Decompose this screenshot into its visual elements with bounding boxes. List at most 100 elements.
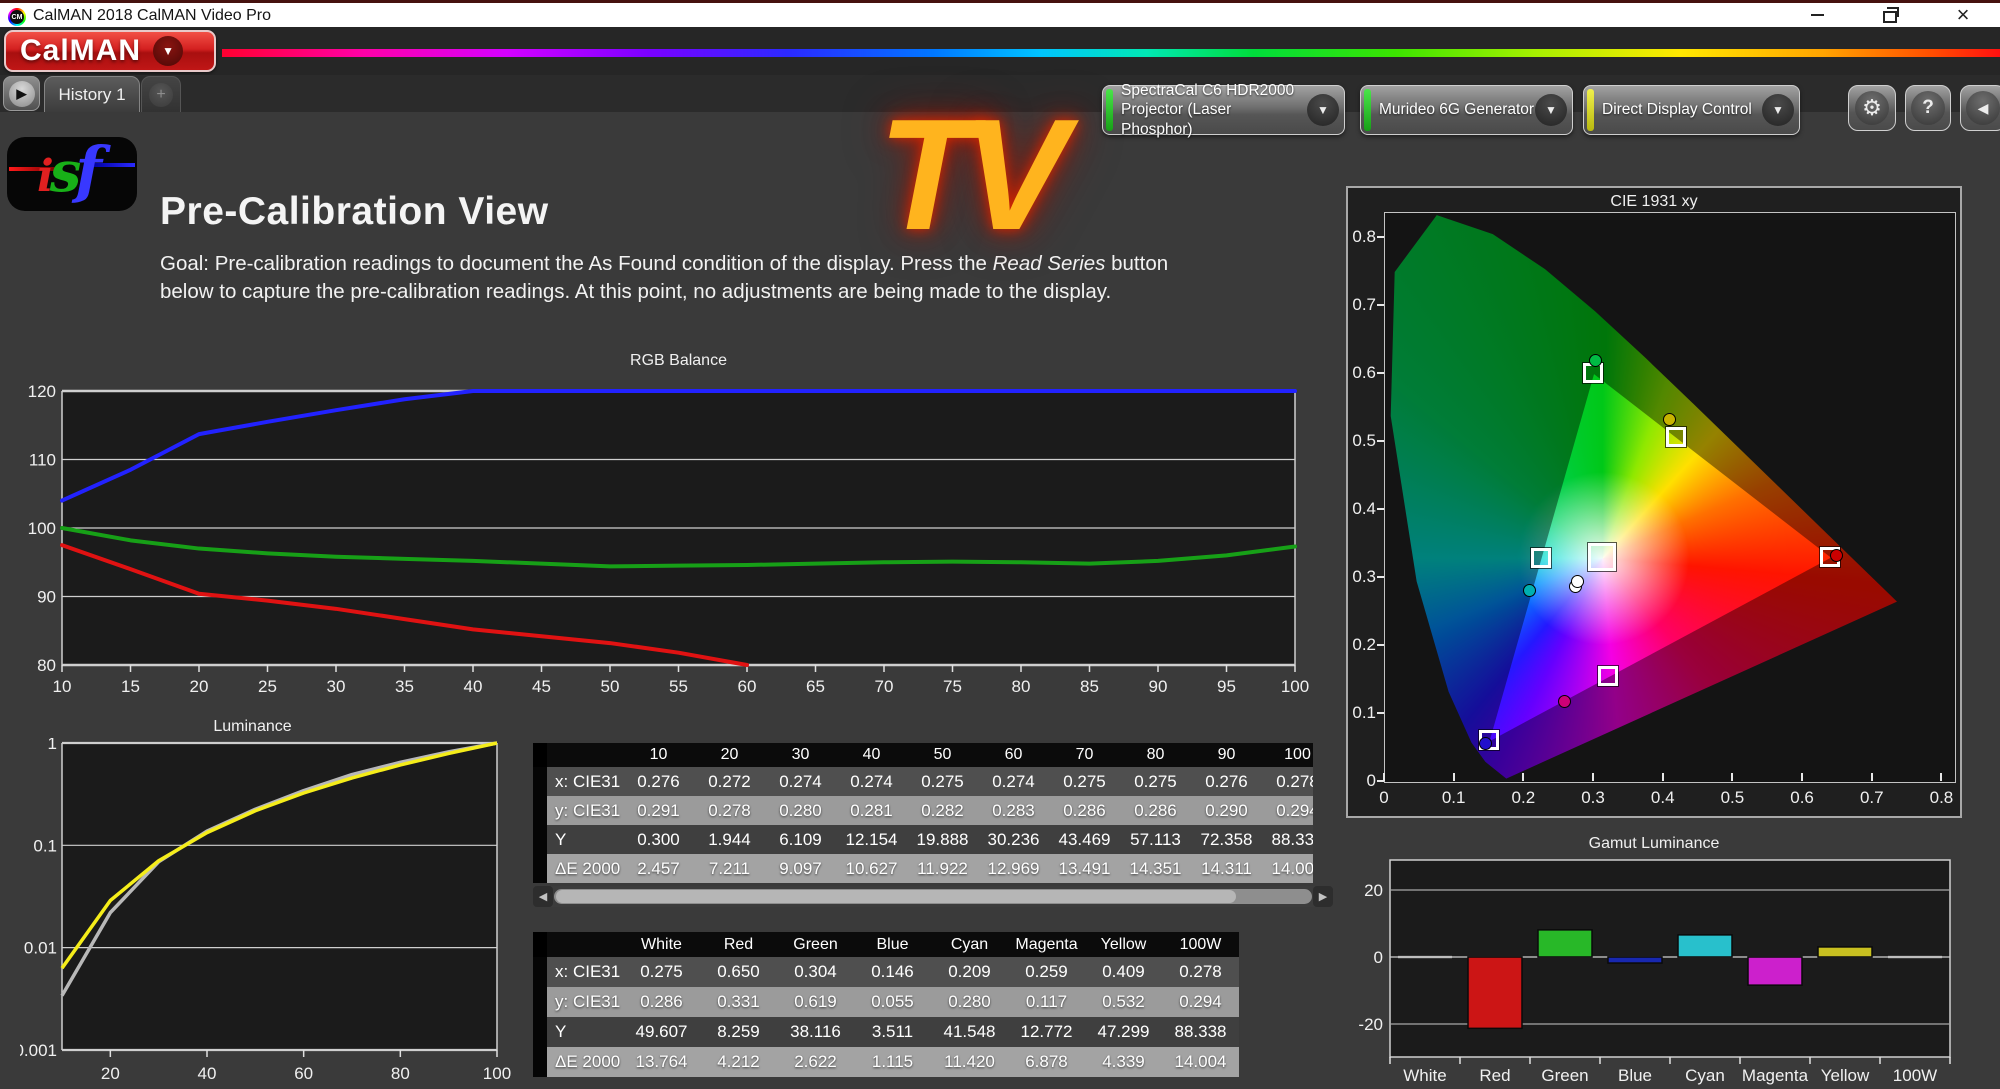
table-value: 0.286 (1120, 796, 1191, 825)
svg-text:0.01: 0.01 (24, 939, 57, 958)
table-value: 12.154 (836, 825, 907, 854)
close-icon: × (1957, 5, 1970, 25)
table-value: 0.209 (931, 957, 1008, 987)
add-tab-button[interactable]: + (141, 76, 181, 112)
svg-text:90: 90 (1149, 677, 1168, 696)
table-value: 9.097 (765, 854, 836, 883)
generator-status-indicator (1364, 89, 1371, 131)
table-row: ΔE 200013.7644.2122.6221.11511.4206.8784… (533, 1047, 1243, 1077)
collapse-panel-button[interactable]: ◀ (1960, 85, 2000, 131)
table-value: 0.294 (1162, 987, 1239, 1017)
cie-x-tick-label: 0.1 (1434, 788, 1474, 808)
luminance-chart: 10.10.010.00120406080100 (20, 738, 520, 1088)
table-value: 14.311 (1191, 854, 1262, 883)
minimize-button[interactable] (1795, 3, 1839, 27)
svg-text:Magenta: Magenta (1742, 1066, 1809, 1085)
gamut-luminance-chart: 200-20WhiteRedGreenBlueCyanMagentaYellow… (1346, 833, 1962, 1089)
table-value: 2.622 (777, 1047, 854, 1077)
table-value: 38.116 (777, 1017, 854, 1047)
svg-text:95: 95 (1217, 677, 1236, 696)
cie-y-tick (1377, 576, 1384, 578)
table-value: 0.278 (1162, 957, 1239, 987)
table-value: 19.888 (907, 825, 978, 854)
table-value: 57.113 (1120, 825, 1191, 854)
table-value: 30.236 (978, 825, 1049, 854)
column-header: Red (700, 932, 777, 957)
tab-scroll-button[interactable]: ▶ (3, 76, 40, 111)
table-value: 0.290 (1191, 796, 1262, 825)
help-button[interactable]: ? (1905, 85, 1951, 131)
column-header: 70 (1049, 743, 1120, 767)
table-value: 3.511 (854, 1017, 931, 1047)
table-value: 0.532 (1085, 987, 1162, 1017)
svg-text:65: 65 (806, 677, 825, 696)
svg-text:50: 50 (601, 677, 620, 696)
app-icon: CM (8, 8, 26, 26)
settings-button[interactable]: ⚙ (1848, 85, 1896, 131)
rainbow-gradient-bar (222, 49, 2000, 57)
svg-text:110: 110 (29, 451, 56, 470)
column-header: 40 (836, 743, 907, 767)
meter-status-indicator (1106, 89, 1113, 131)
cie-y-tick-label: 0.5 (1350, 431, 1376, 451)
table-value: 1.115 (854, 1047, 931, 1077)
luminance-title: Luminance (35, 718, 470, 736)
chevron-down-icon: ▼ (153, 36, 183, 66)
table-value: 0.282 (907, 796, 978, 825)
table-value: 49.607 (623, 1017, 700, 1047)
svg-text:120: 120 (28, 382, 56, 401)
table-row: Y0.3001.9446.10912.15419.88830.23643.469… (533, 825, 1313, 854)
cie-y-tick (1377, 712, 1384, 714)
row-label: ΔE 2000 (547, 1047, 623, 1077)
scroll-left-button[interactable]: ◀ (533, 886, 553, 907)
table-cell (533, 796, 547, 825)
bar-yellow (1818, 947, 1872, 957)
table-value: 0.055 (854, 987, 931, 1017)
table-value: 0.331 (700, 987, 777, 1017)
gamut-luminance-title: Gamut Luminance (1346, 835, 1962, 853)
tab-history-1[interactable]: History 1 (44, 76, 140, 112)
scrollbar-thumb[interactable] (556, 890, 1236, 903)
table-value: 8.259 (700, 1017, 777, 1047)
table-value: 0.281 (836, 796, 907, 825)
svg-text:Green: Green (1541, 1066, 1588, 1085)
restore-icon (1883, 11, 1897, 23)
display-control-dropdown[interactable]: Direct Display Control ▼ (1583, 85, 1800, 135)
gamut-luminance-panel: 200-20WhiteRedGreenBlueCyanMagentaYellow… (1346, 833, 1962, 1089)
svg-text:35: 35 (395, 677, 414, 696)
column-header: Cyan (931, 932, 1008, 957)
meter-dropdown[interactable]: SpectraCal C6 HDR2000Projector (Laser Ph… (1102, 85, 1345, 135)
svg-text:80: 80 (37, 656, 56, 675)
cie-x-tick-label: 0.2 (1503, 788, 1543, 808)
chevron-down-icon: ▼ (1307, 94, 1339, 126)
svg-text:White: White (1403, 1066, 1446, 1085)
table-value: 0.275 (1120, 767, 1191, 796)
svg-text:Cyan: Cyan (1685, 1066, 1725, 1085)
calman-menu-button[interactable]: CalMAN ▼ (4, 30, 216, 72)
bar-magenta (1748, 957, 1802, 985)
table-value: 12.969 (978, 854, 1049, 883)
close-button[interactable]: × (1941, 3, 1985, 27)
svg-text:20: 20 (190, 677, 209, 696)
table-value: 0.291 (623, 796, 694, 825)
cie-chromaticity-plot (1384, 212, 1956, 783)
gamut-table: WhiteRedGreenBlueCyanMagentaYellow100Wx:… (533, 932, 1243, 1078)
cie-y-tick (1377, 372, 1384, 374)
scroll-right-button[interactable]: ▶ (1313, 886, 1333, 907)
restore-button[interactable] (1868, 3, 1912, 27)
scrollbar-track[interactable] (554, 889, 1312, 904)
row-label: Y (547, 825, 623, 854)
table-cell (533, 767, 547, 796)
window-title: CalMAN 2018 CalMAN Video Pro (33, 7, 271, 25)
plus-icon: + (149, 83, 173, 107)
row-label: y: CIE31 (547, 987, 623, 1017)
generator-dropdown[interactable]: Murideo 6G Generator ▼ (1360, 85, 1573, 135)
cie-y-tick-label: 0.7 (1350, 295, 1376, 315)
column-header: 10 (623, 743, 694, 767)
goal-text-line2: below to capture the pre-calibration rea… (160, 280, 1111, 304)
table-value: 0.117 (1008, 987, 1085, 1017)
table-value: 0.409 (1085, 957, 1162, 987)
cie-y-tick (1377, 304, 1384, 306)
cie-target-square-cyan (1531, 548, 1551, 568)
cie-y-tick (1377, 644, 1384, 646)
